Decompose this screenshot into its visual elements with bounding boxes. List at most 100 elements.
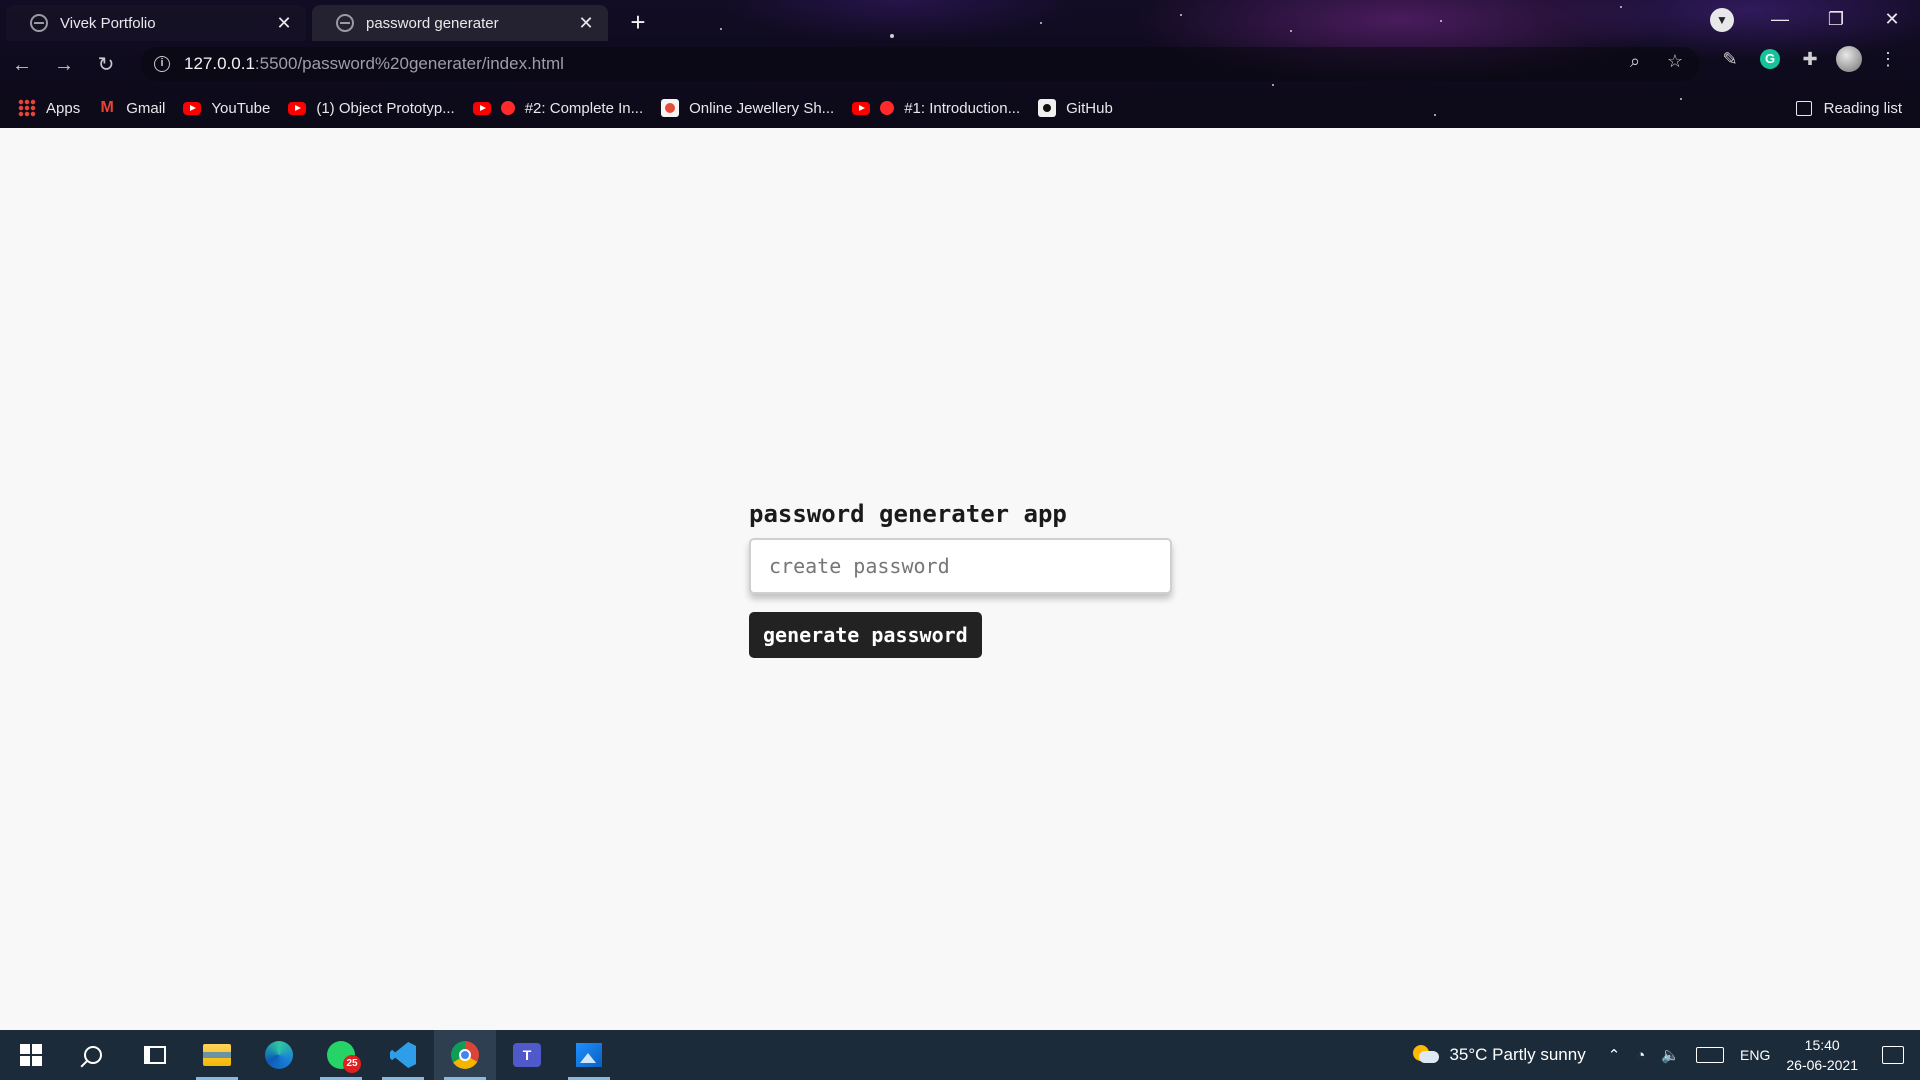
- bookmark-label: #2: Complete In...: [524, 99, 644, 117]
- language-indicator[interactable]: ENG: [1740, 1047, 1770, 1063]
- password-generator-app: password generater app generate password: [749, 496, 1173, 658]
- info-icon[interactable]: i: [154, 56, 170, 72]
- partly-sunny-icon: [1413, 1045, 1440, 1065]
- task-view-button[interactable]: [124, 1030, 186, 1080]
- tab-title: password generater: [366, 14, 499, 32]
- clock-date: 26-06-2021: [1786, 1057, 1858, 1073]
- bookmark-apps[interactable]: Apps: [18, 99, 80, 117]
- keyboard-icon[interactable]: [1696, 1047, 1725, 1063]
- windows-taskbar: 25 T 35°C Partly sunny ⌃ ◔ 🔈 ENG 15:40 2…: [0, 1030, 1920, 1080]
- file-explorer-button[interactable]: [186, 1030, 248, 1080]
- record-dot-icon: [500, 101, 515, 115]
- chevron-down-icon[interactable]: ▼: [1710, 8, 1734, 32]
- bookmark-label: #1: Introduction...: [904, 99, 1021, 117]
- bookmark-gmail[interactable]: M Gmail: [98, 99, 166, 117]
- search-icon: [84, 1046, 102, 1064]
- bookmark-label: Apps: [46, 99, 81, 117]
- forward-icon[interactable]: →: [44, 45, 84, 85]
- bookmark-online-jewellery[interactable]: Online Jewellery Sh...: [661, 99, 834, 117]
- bookmark-label: YouTube: [211, 99, 271, 117]
- bookmark-label: (1) Object Prototyp...: [316, 99, 455, 117]
- vscode-button[interactable]: [372, 1030, 434, 1080]
- teams-icon: T: [513, 1043, 541, 1067]
- address-bar-actions: ⌕ ☆: [1622, 51, 1688, 72]
- bookmark-star-icon[interactable]: ☆: [1662, 51, 1688, 72]
- wifi-icon[interactable]: ◔: [1636, 1047, 1645, 1064]
- reading-list-button[interactable]: Reading list: [1795, 88, 1902, 128]
- bookmark-label: Gmail: [126, 99, 166, 117]
- restore-icon[interactable]: ❐: [1808, 0, 1864, 41]
- folder-icon: [203, 1044, 231, 1066]
- notification-center-icon[interactable]: [1882, 1046, 1904, 1064]
- menu-kebab-icon[interactable]: ⋮: [1874, 45, 1902, 73]
- tab-title: Vivek Portfolio: [60, 14, 156, 32]
- generate-password-button[interactable]: generate password: [749, 612, 982, 658]
- bookmark-label: GitHub: [1066, 99, 1113, 117]
- site-icon: [661, 99, 680, 117]
- page-content: password generater app generate password: [0, 128, 1920, 1030]
- photos-icon: [576, 1043, 602, 1067]
- browser-toolbar: ← → ↻ i 127.0.0.1:5500/password%20genera…: [0, 41, 1920, 88]
- chrome-button[interactable]: [434, 1030, 496, 1080]
- search-button[interactable]: [62, 1030, 124, 1080]
- globe-icon: [336, 14, 354, 32]
- address-bar[interactable]: i 127.0.0.1:5500/password%20generater/in…: [140, 47, 1700, 81]
- close-icon[interactable]: ✕: [576, 13, 596, 33]
- tab-vivek-portfolio[interactable]: Vivek Portfolio ✕: [6, 5, 306, 41]
- weather-text: 35°C Partly sunny: [1449, 1045, 1586, 1064]
- task-view-icon: [144, 1046, 166, 1064]
- whatsapp-icon: 25: [327, 1041, 361, 1073]
- globe-icon: [30, 14, 48, 32]
- reload-icon[interactable]: ↻: [86, 45, 126, 85]
- zoom-icon[interactable]: ⌕: [1622, 51, 1648, 72]
- volume-icon[interactable]: 🔈: [1661, 1046, 1680, 1064]
- chrome-icon: [451, 1041, 479, 1069]
- page-title: password generater app: [749, 500, 1067, 528]
- close-icon[interactable]: ✕: [274, 13, 294, 33]
- tab-strip: Vivek Portfolio ✕ password generater ✕ +…: [0, 0, 1920, 41]
- edge-icon: [265, 1041, 293, 1069]
- bookmarks-bar: Apps M Gmail YouTube (1) Object Prototyp…: [0, 88, 1920, 128]
- browser-chrome: Vivek Portfolio ✕ password generater ✕ +…: [0, 0, 1920, 128]
- bookmark-youtube[interactable]: YouTube: [183, 100, 270, 117]
- gmail-icon: M: [100, 99, 114, 116]
- reading-list-label: Reading list: [1823, 99, 1902, 117]
- edge-button[interactable]: [248, 1030, 310, 1080]
- record-dot-icon: [880, 101, 895, 115]
- weather-widget[interactable]: 35°C Partly sunny: [1413, 1045, 1586, 1065]
- whatsapp-button[interactable]: 25: [310, 1030, 372, 1080]
- notification-badge: 25: [343, 1055, 361, 1073]
- back-icon[interactable]: ←: [2, 45, 42, 85]
- bookmark-github[interactable]: GitHub: [1038, 99, 1113, 117]
- youtube-icon: [852, 101, 871, 115]
- bookmark-introduction[interactable]: #1: Introduction...: [852, 100, 1020, 117]
- new-tab-button[interactable]: +: [624, 9, 652, 37]
- github-icon: [1038, 99, 1057, 117]
- start-button[interactable]: [0, 1030, 62, 1080]
- vscode-icon: [390, 1042, 416, 1068]
- teams-button[interactable]: T: [496, 1030, 558, 1080]
- bookmark-object-prototype[interactable]: (1) Object Prototyp...: [288, 99, 455, 117]
- youtube-icon: [472, 101, 491, 115]
- url-path: :5500/password%20generater/index.html: [254, 54, 564, 73]
- extensions-area: ✎ G ✚ ⋮: [1716, 45, 1902, 73]
- window-controls: — ❐ ✕: [1752, 0, 1920, 41]
- photos-button[interactable]: [558, 1030, 620, 1080]
- windows-logo-icon: [20, 1044, 42, 1066]
- chevron-up-icon[interactable]: ⌃: [1608, 1046, 1621, 1064]
- puzzle-extensions-icon[interactable]: ✚: [1796, 45, 1824, 73]
- pen-icon[interactable]: ✎: [1716, 45, 1744, 73]
- bookmark-complete-in[interactable]: #2: Complete In...: [472, 99, 644, 117]
- close-window-icon[interactable]: ✕: [1864, 0, 1920, 41]
- grammarly-icon[interactable]: G: [1760, 49, 1780, 69]
- avatar[interactable]: [1836, 46, 1862, 72]
- clock[interactable]: 15:40 26-06-2021: [1786, 1035, 1858, 1075]
- password-input[interactable]: [749, 538, 1172, 594]
- minimize-icon[interactable]: —: [1752, 0, 1808, 41]
- youtube-icon: [183, 101, 202, 115]
- reading-list-icon: [1795, 100, 1812, 116]
- tab-password-generater[interactable]: password generater ✕: [312, 5, 608, 41]
- system-tray: 35°C Partly sunny ⌃ ◔ 🔈 ENG 15:40 26-06-…: [1413, 1030, 1920, 1080]
- clock-time: 15:40: [1804, 1037, 1840, 1053]
- url-host: 127.0.0.1: [184, 54, 255, 73]
